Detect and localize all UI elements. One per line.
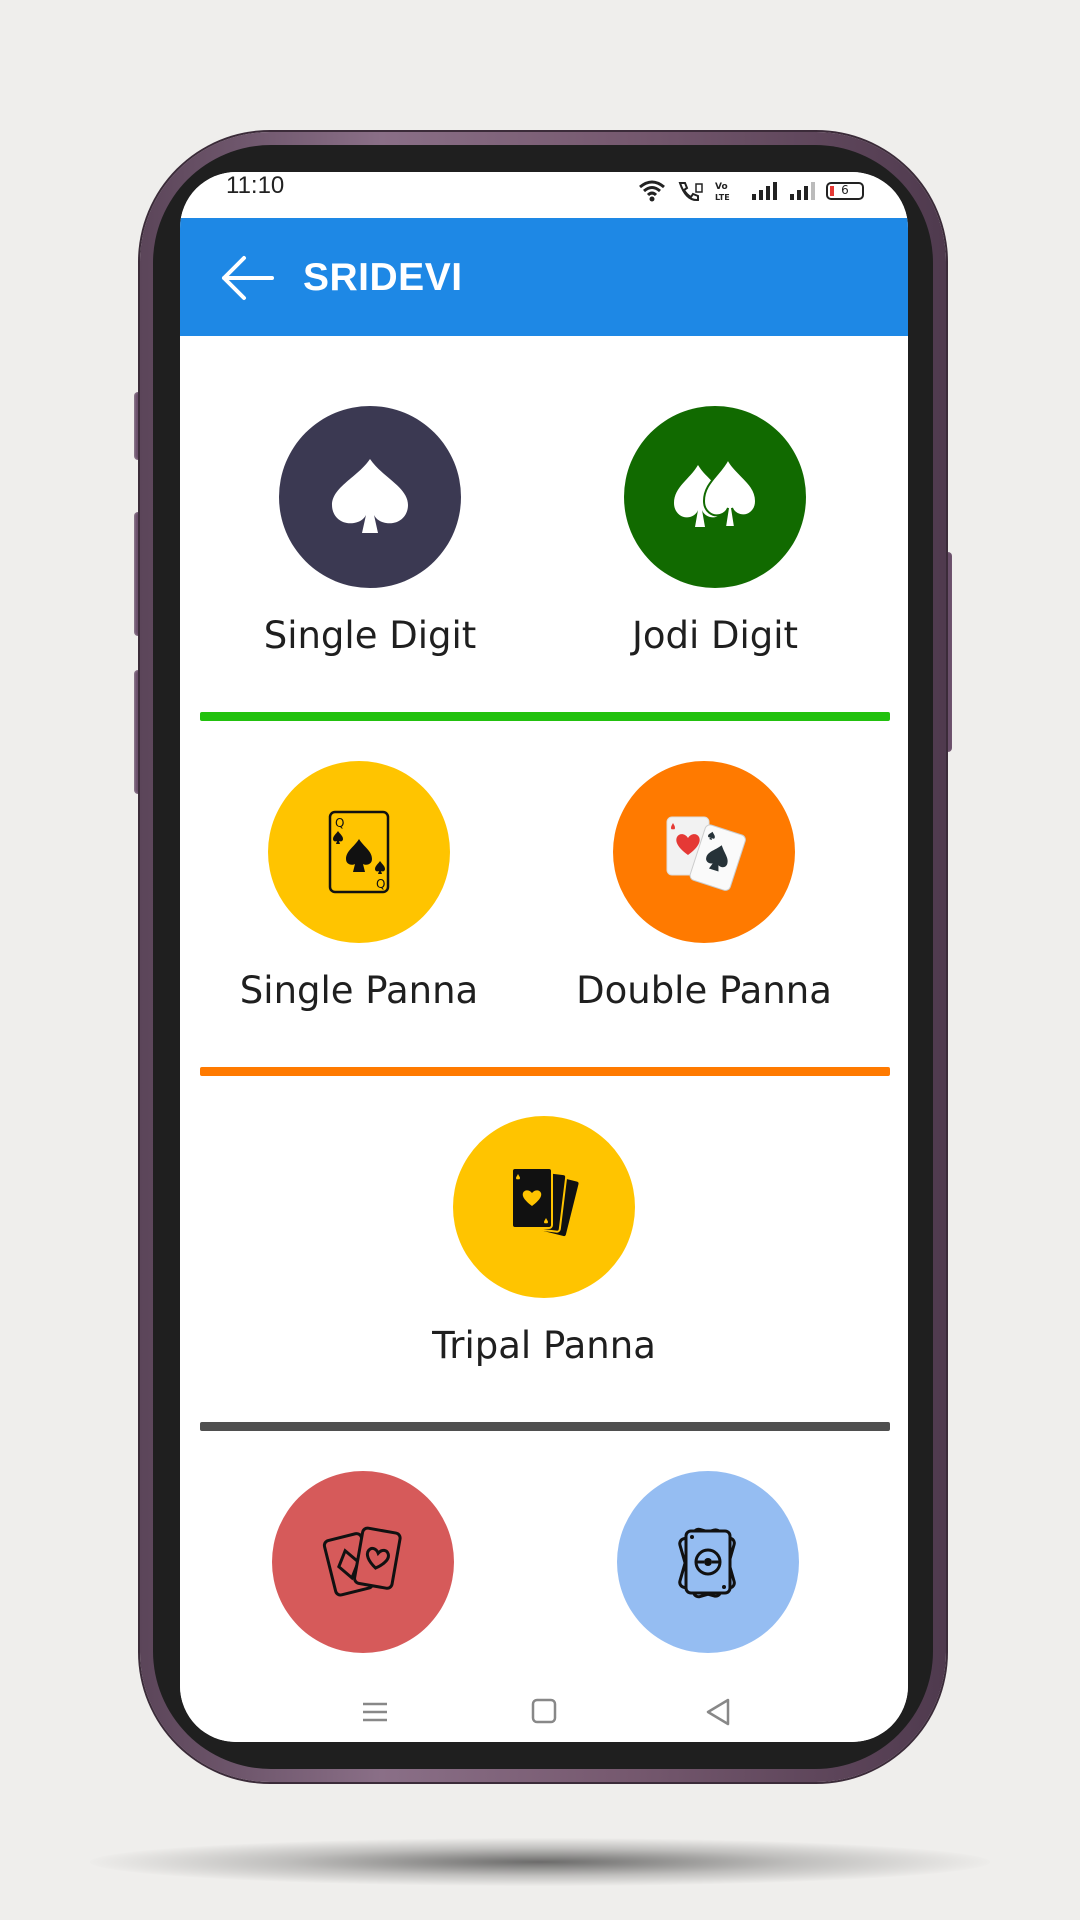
- single-panna-circle: Q Q: [268, 761, 450, 943]
- wifi-icon: [639, 180, 665, 202]
- single-digit-label: Single Digit: [263, 614, 477, 657]
- svg-text:Q: Q: [376, 877, 385, 891]
- status-time: 11:10: [226, 172, 285, 199]
- game-tile-red[interactable]: [213, 1471, 513, 1653]
- battery-level: 6: [841, 183, 849, 197]
- back-triangle-icon[interactable]: [698, 1694, 738, 1730]
- svg-text:Q: Q: [335, 816, 344, 830]
- tripal-panna-label: Tripal Panna: [432, 1324, 656, 1367]
- svg-text:LTE: LTE: [715, 193, 730, 202]
- queen-card-icon: Q Q: [328, 810, 390, 894]
- card-deck-icon: [678, 1527, 736, 1599]
- double-panna-circle: [613, 761, 795, 943]
- divider-orange: [200, 1067, 890, 1076]
- double-panna-label: Double Panna: [576, 969, 832, 1012]
- single-panna-label: Single Panna: [239, 969, 479, 1012]
- phone-frame: 11:10 Vo LTE 6 SRIDEVI Single Digit Jodi…: [140, 132, 946, 1782]
- tripal-panna-circle: [453, 1116, 635, 1298]
- phone-shadow: [90, 1838, 990, 1886]
- card-stack-icon: [511, 1167, 581, 1239]
- home-icon[interactable]: [524, 1694, 564, 1730]
- menu-icon[interactable]: [355, 1694, 395, 1730]
- status-icons: Vo LTE 6: [638, 180, 864, 202]
- battery-icon: 6: [826, 182, 864, 200]
- signal-icon: [790, 182, 815, 200]
- jodi-digit-label: Jodi Digit: [631, 614, 799, 657]
- blue-game-circle: [617, 1471, 799, 1653]
- game-single-digit[interactable]: Single Digit: [220, 406, 520, 657]
- phone-screen: 11:10 Vo LTE 6 SRIDEVI Single Digit Jodi…: [180, 172, 908, 1742]
- game-double-panna[interactable]: Double Panna: [554, 761, 854, 1012]
- volte-icon: Vo LTE: [715, 182, 730, 202]
- jodi-digit-circle: [624, 406, 806, 588]
- single-digit-circle: [279, 406, 461, 588]
- svg-text:Vo: Vo: [715, 182, 728, 192]
- game-tripal-panna[interactable]: Tripal Panna: [394, 1116, 694, 1367]
- game-tile-blue[interactable]: [558, 1471, 858, 1653]
- status-bar: 11:10 Vo LTE 6: [180, 172, 908, 218]
- divider-gray: [200, 1422, 890, 1431]
- page-title: SRIDEVI: [303, 256, 463, 299]
- red-game-circle: [272, 1471, 454, 1653]
- diamond-heart-cards-icon: [322, 1526, 402, 1597]
- two-cards-icon: [666, 816, 746, 891]
- game-jodi-digit[interactable]: Jodi Digit: [565, 406, 865, 657]
- arrow-left-icon[interactable]: [220, 254, 276, 302]
- wifi-calling-icon: [678, 182, 703, 202]
- navigation-bar: [180, 1682, 908, 1742]
- divider-green: [200, 712, 890, 721]
- game-single-panna[interactable]: Q Q Single Panna: [209, 761, 509, 1012]
- spade-icon: [332, 459, 408, 533]
- app-bar: SRIDEVI: [180, 218, 908, 336]
- signal-icon: [752, 182, 777, 200]
- double-spade-icon: [674, 456, 758, 528]
